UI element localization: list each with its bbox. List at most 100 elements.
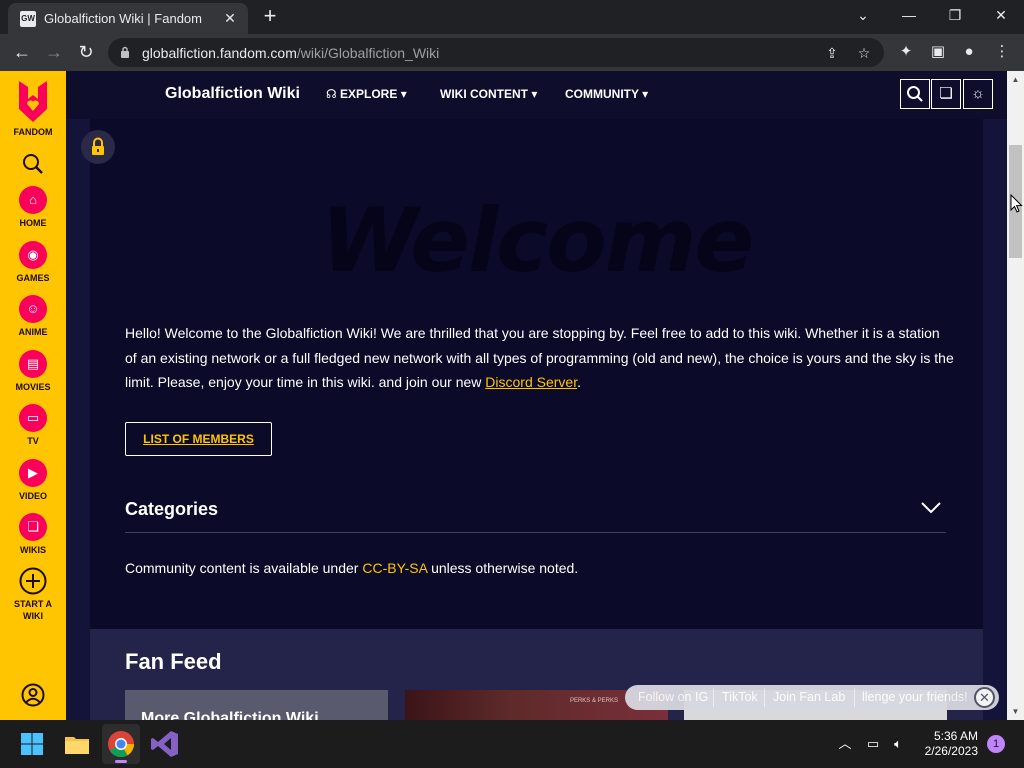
- close-icon[interactable]: ✕: [974, 687, 995, 708]
- close-window-button[interactable]: ✕: [978, 0, 1024, 32]
- theme-toggle-button[interactable]: ☼: [963, 79, 993, 109]
- chevron-down-icon: ▾: [400, 87, 407, 101]
- pill-divider: [764, 688, 765, 707]
- taskbar-clock[interactable]: 5:36 AM 2/26/2023: [920, 729, 978, 759]
- start-wiki-label: START A WIKI: [14, 599, 52, 621]
- discussions-icon: ❏: [939, 85, 953, 102]
- windows-start-icon[interactable]: [16, 728, 48, 760]
- nav-community[interactable]: COMMUNITY ▾: [565, 87, 648, 101]
- license-link[interactable]: CC-BY-SA: [362, 560, 427, 576]
- scroll-up-icon[interactable]: ▲: [1007, 71, 1024, 88]
- pill-divider: [713, 688, 714, 707]
- rail-item-anime[interactable]: ☺ ANIME: [0, 295, 66, 338]
- scroll-down-icon[interactable]: ▼: [1007, 703, 1024, 720]
- chrome-menu-icon[interactable]: ⋮: [992, 42, 1012, 62]
- tray-overflow-icon[interactable]: ︿: [836, 735, 854, 753]
- url-text[interactable]: globalfiction.fandom.com/wiki/Globalfict…: [142, 45, 439, 61]
- side-panel-icon[interactable]: ▣: [928, 42, 948, 62]
- bookmark-star-icon[interactable]: ☆: [854, 43, 874, 63]
- wikis-icon: ❏: [19, 513, 47, 541]
- gamepad-icon: ◉: [19, 241, 47, 269]
- browser-toolbar: ← → ↻ globalfiction.fandom.com/wiki/Glob…: [0, 34, 1024, 71]
- page-protection-button[interactable]: [81, 130, 115, 164]
- rail-start-wiki[interactable]: START A WIKI: [0, 567, 66, 622]
- list-of-members-button[interactable]: LIST OF MEMBERS: [125, 422, 272, 456]
- notification-badge[interactable]: 1: [987, 735, 1005, 753]
- fandom-logo[interactable]: FANDOM: [0, 79, 66, 138]
- back-button[interactable]: ←: [8, 38, 36, 66]
- rail-item-home[interactable]: ⌂ HOME: [0, 186, 66, 229]
- fandom-brand-label: FANDOM: [13, 127, 53, 137]
- wiki-title[interactable]: Globalfiction Wiki: [165, 85, 300, 103]
- pill-divider: [854, 688, 855, 707]
- rail-label-wikis: WIKIS: [20, 545, 46, 555]
- restore-button[interactable]: ❐: [932, 0, 978, 32]
- rail-label-anime: ANIME: [18, 327, 48, 337]
- rail-item-games[interactable]: ◉ GAMES: [0, 241, 66, 284]
- minimize-button[interactable]: —: [886, 0, 932, 32]
- rail-label-home: HOME: [19, 218, 47, 228]
- rail-label-games: GAMES: [16, 273, 50, 283]
- welcome-heading: Welcome: [320, 189, 754, 292]
- volume-icon[interactable]: 🔈︎: [889, 735, 907, 753]
- extensions-icon[interactable]: ✦: [896, 42, 916, 62]
- wiki-page: Globalfiction Wiki ☊ EXPLORE ▾ WIKI CONT…: [66, 71, 1007, 720]
- browser-tab[interactable]: GW Globalfiction Wiki | Fandom ✕: [8, 3, 248, 34]
- rail-item-wikis[interactable]: ❏ WIKIS: [0, 513, 66, 556]
- forward-button[interactable]: →: [40, 38, 68, 66]
- address-bar[interactable]: globalfiction.fandom.com/wiki/Globalfict…: [108, 38, 884, 67]
- rail-item-movies[interactable]: ▤ MOVIES: [0, 350, 66, 393]
- rail-item-tv[interactable]: ▭ TV: [0, 404, 66, 447]
- chevron-down-icon: ▾: [642, 87, 649, 101]
- rail-item-video[interactable]: ▶ VIDEO: [0, 459, 66, 502]
- padlock-icon: [92, 137, 104, 155]
- file-explorer-icon[interactable]: [61, 728, 93, 760]
- tiktok-link[interactable]: TikTok: [722, 690, 758, 704]
- home-icon: ⌂: [19, 186, 47, 214]
- fan-feed-card[interactable]: More Globalfiction Wiki: [125, 690, 388, 720]
- challenge-friends-link[interactable]: llenge your friends!: [862, 690, 968, 704]
- network-icon[interactable]: ▭: [864, 735, 882, 753]
- license-notice: Community content is available under CC-…: [125, 560, 579, 576]
- browser-tabstrip: GW Globalfiction Wiki | Fandom ✕ + ⌄ — ❐…: [0, 0, 1024, 34]
- share-icon[interactable]: ⇪: [822, 43, 842, 63]
- chrome-taskbar-button[interactable]: [102, 724, 140, 764]
- tab-search-icon[interactable]: ⌄: [840, 0, 886, 32]
- video-icon: ▶: [19, 459, 47, 487]
- plus-circle-icon: [19, 567, 47, 595]
- rail-account[interactable]: [0, 683, 66, 707]
- rail-label-movies: MOVIES: [15, 382, 51, 392]
- follow-ig-link[interactable]: Follow on IG: [638, 690, 708, 704]
- chevron-down-icon[interactable]: [920, 501, 942, 515]
- rail-search[interactable]: [0, 153, 66, 175]
- active-app-indicator: [115, 760, 127, 763]
- discord-link[interactable]: Discord Server: [485, 374, 577, 390]
- fan-feed-title: Fan Feed: [125, 649, 222, 674]
- chrome-icon: [108, 731, 135, 758]
- wiki-header: Globalfiction Wiki ☊ EXPLORE ▾ WIKI CONT…: [66, 71, 1007, 119]
- wiki-search-button[interactable]: [900, 79, 930, 109]
- new-tab-button[interactable]: +: [258, 5, 282, 29]
- categories-title[interactable]: Categories: [125, 499, 218, 520]
- tab-close-icon[interactable]: ✕: [220, 8, 240, 28]
- clock-date: 2/26/2023: [924, 744, 978, 758]
- fan-feed-card-title: More Globalfiction Wiki: [141, 710, 319, 720]
- nav-wiki-content[interactable]: WIKI CONTENT ▾: [440, 87, 537, 101]
- tv-icon: ▭: [19, 404, 47, 432]
- mouse-cursor-icon: [1010, 194, 1023, 213]
- user-account-icon: [21, 683, 45, 707]
- clock-time: 5:36 AM: [933, 729, 978, 743]
- visual-studio-icon[interactable]: [149, 728, 181, 760]
- fan-lab-link[interactable]: Join Fan Lab: [773, 690, 845, 704]
- nav-explore[interactable]: ☊ EXPLORE ▾: [326, 87, 407, 101]
- page-scrollbar[interactable]: ▲ ▼: [1007, 71, 1024, 720]
- rail-label-tv: TV: [27, 436, 39, 446]
- discussions-button[interactable]: ❏: [931, 79, 961, 109]
- profile-icon[interactable]: ●: [959, 42, 979, 62]
- social-links-bar: Follow on IG TikTok Join Fan Lab llenge …: [625, 685, 999, 710]
- sun-icon: ☼: [971, 85, 985, 102]
- movies-icon: ▤: [19, 350, 47, 378]
- reload-button[interactable]: ↻: [72, 38, 100, 66]
- rail-label-video: VIDEO: [18, 491, 47, 501]
- tab-title: Globalfiction Wiki | Fandom: [44, 11, 202, 26]
